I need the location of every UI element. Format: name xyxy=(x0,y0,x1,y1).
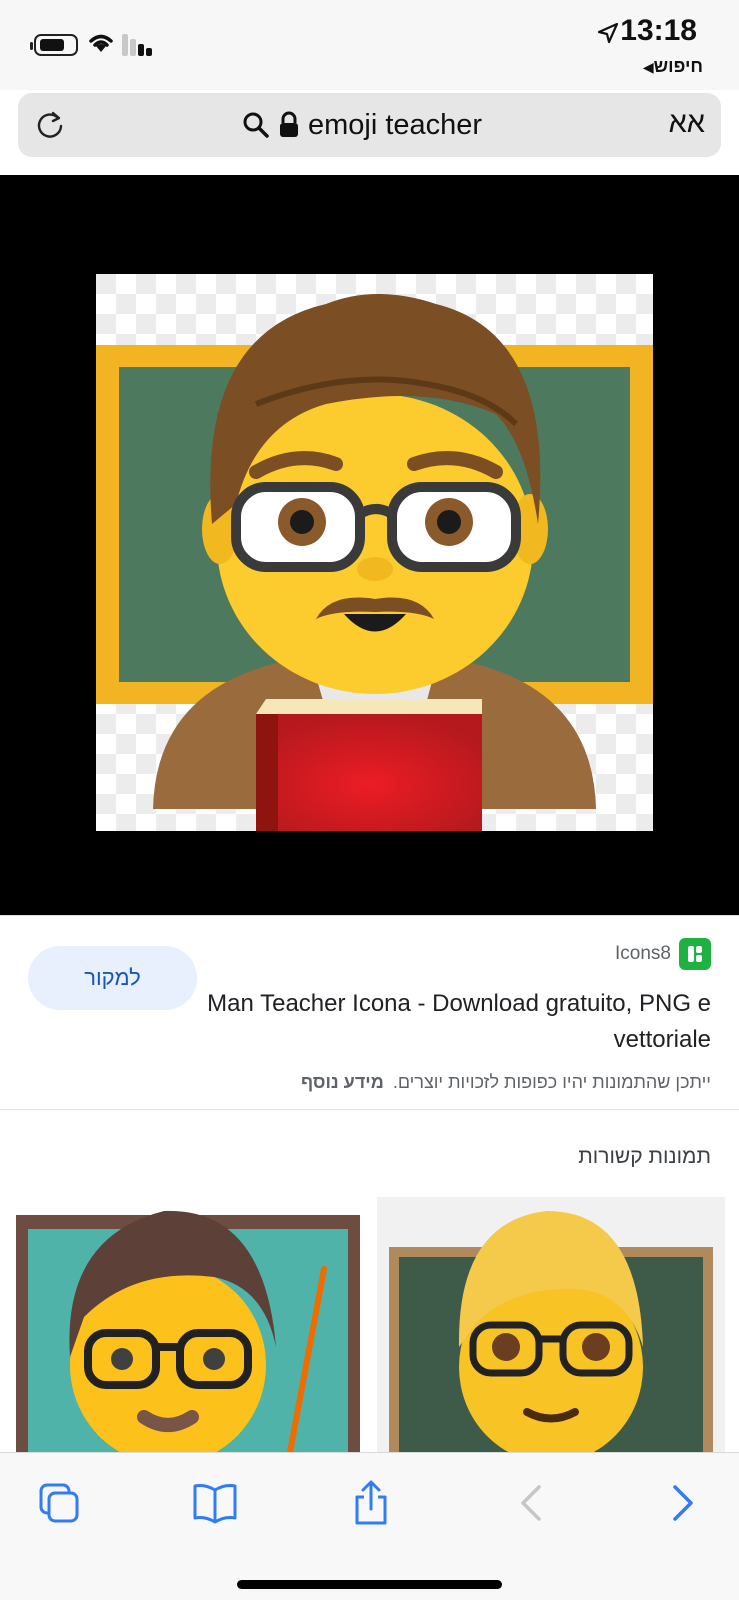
location-arrow-icon xyxy=(597,22,619,44)
battery-icon xyxy=(30,34,78,56)
more-info-link[interactable]: מידע נוסף xyxy=(301,1072,384,1092)
result-info-panel: למקור Icons8 Man Teacher Icona - Downloa… xyxy=(0,915,739,1110)
site-name: Icons8 xyxy=(615,943,671,964)
forward-icon xyxy=(673,1485,693,1521)
bookmarks-icon xyxy=(193,1484,237,1524)
cellular-signal-icon xyxy=(122,34,158,56)
copyright-text: ייתכן שהתמונות יהיו כפופות לזכויות יוצרי… xyxy=(392,1072,711,1092)
share-button[interactable] xyxy=(343,1477,399,1529)
site-attribution[interactable]: Icons8 xyxy=(615,938,711,970)
visit-source-button[interactable]: למקור xyxy=(28,946,197,1010)
search-icon xyxy=(243,112,269,138)
bookmarks-button[interactable] xyxy=(187,1477,243,1529)
icons8-site-icon xyxy=(679,938,711,970)
tabs-button[interactable] xyxy=(31,1477,87,1529)
reload-icon[interactable] xyxy=(34,109,66,141)
url-text: emoji teacher xyxy=(308,108,483,141)
back-icon xyxy=(521,1485,541,1521)
forward-button[interactable] xyxy=(655,1477,711,1529)
man-teacher-emoji-image[interactable] xyxy=(96,274,653,831)
text-size-button[interactable]: אא xyxy=(669,107,705,140)
status-time: 13:18 xyxy=(620,14,697,47)
tabs-icon xyxy=(39,1483,79,1523)
back-button[interactable] xyxy=(503,1477,559,1529)
status-bar: 13:18 חיפוש◀ xyxy=(0,0,739,90)
related-images-heading: תמונות קשורות xyxy=(578,1145,711,1168)
result-title-link[interactable]: Man Teacher Icona - Download gratuito, P… xyxy=(191,986,711,1058)
bottom-toolbar xyxy=(0,1452,739,1600)
address-bar[interactable]: emoji teacher אא xyxy=(18,93,721,157)
wifi-icon xyxy=(89,34,113,52)
back-to-app-link[interactable]: חיפוש◀ xyxy=(639,56,703,77)
related-teacher-image-2 xyxy=(389,1211,713,1452)
related-image-blond-teacher[interactable] xyxy=(377,1197,725,1452)
copyright-notice: ייתכן שהתמונות יהיו כפופות לזכויות יוצרי… xyxy=(301,1072,711,1093)
lock-icon xyxy=(280,111,298,137)
back-app-arrow-icon: ◀ xyxy=(642,59,654,75)
back-app-label: חיפוש xyxy=(653,56,703,76)
share-icon xyxy=(355,1480,387,1525)
url-field[interactable]: emoji teacher xyxy=(242,107,482,143)
related-image-teacher-pointer[interactable] xyxy=(14,1197,362,1452)
related-teacher-image-1 xyxy=(16,1210,360,1452)
image-viewer[interactable] xyxy=(0,175,739,915)
home-indicator[interactable] xyxy=(237,1580,502,1589)
